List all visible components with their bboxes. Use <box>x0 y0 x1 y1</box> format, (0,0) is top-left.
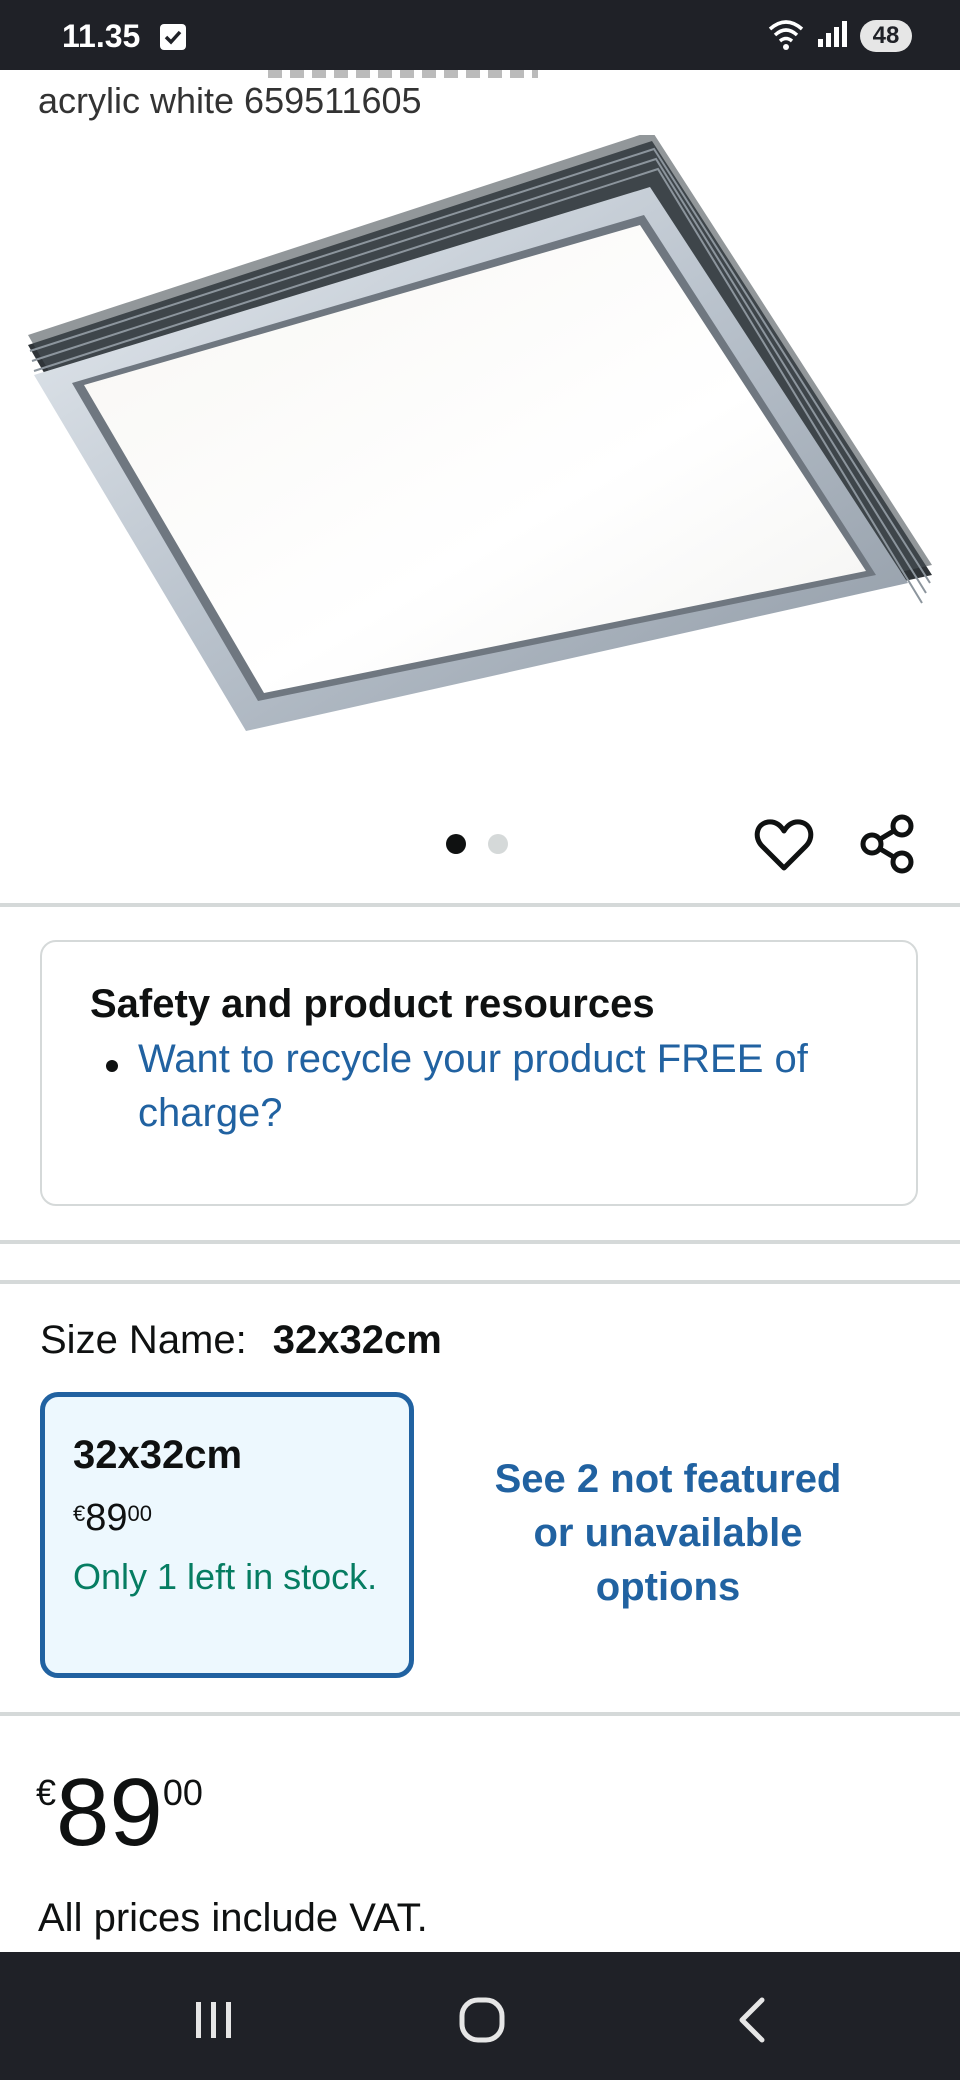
carousel-dot[interactable] <box>488 834 508 854</box>
checkbox-icon <box>160 24 186 50</box>
section-divider <box>0 1712 960 1716</box>
size-name-row: Size Name: 32x32cm <box>40 1318 442 1363</box>
carousel-dot-active[interactable] <box>446 834 466 854</box>
price-currency: € <box>36 1772 57 1813</box>
vat-note: All prices include VAT. <box>38 1896 428 1940</box>
size-option-price: €8900 <box>73 1497 153 1539</box>
system-nav-bar <box>0 1952 960 2080</box>
heart-icon[interactable] <box>752 814 816 878</box>
share-icon[interactable] <box>856 812 920 876</box>
image-carousel-dots[interactable] <box>446 834 508 854</box>
section-divider <box>0 1240 960 1244</box>
price-whole: 89 <box>56 1759 163 1866</box>
main-price: €8900 <box>36 1758 203 1868</box>
safety-resources-card: Safety and product resources Want to rec… <box>40 940 918 1206</box>
safety-title: Safety and product resources <box>90 982 655 1026</box>
price-cents: 00 <box>162 1772 203 1813</box>
clock: 11.35 <box>62 18 141 54</box>
status-bar: 11.35 48 <box>0 0 960 70</box>
section-divider <box>0 1280 960 1284</box>
home-icon[interactable] <box>442 1982 522 2062</box>
section-divider <box>0 903 960 907</box>
size-label: Size Name: <box>40 1318 247 1362</box>
status-icons: 48 <box>766 16 912 56</box>
size-option-card[interactable]: 32x32cm €8900 Only 1 left in stock. <box>40 1392 414 1678</box>
product-title[interactable]: acrylic white 659511605 <box>38 80 422 122</box>
recycle-link[interactable]: Want to recycle your product FREE of cha… <box>138 1032 878 1140</box>
back-icon[interactable] <box>714 1982 794 2062</box>
size-selected-value: 32x32cm <box>272 1318 442 1362</box>
signal-icon <box>816 19 850 54</box>
stock-status: Only 1 left in stock. <box>73 1556 378 1597</box>
recent-apps-icon[interactable] <box>174 1982 254 2062</box>
see-more-options-link[interactable]: See 2 not featured or unavailable option… <box>470 1452 866 1614</box>
size-option-name: 32x32cm <box>73 1433 243 1477</box>
product-image[interactable] <box>20 131 940 735</box>
bullet-icon <box>106 1060 118 1072</box>
wifi-icon <box>766 17 806 56</box>
battery-icon: 48 <box>860 20 912 52</box>
